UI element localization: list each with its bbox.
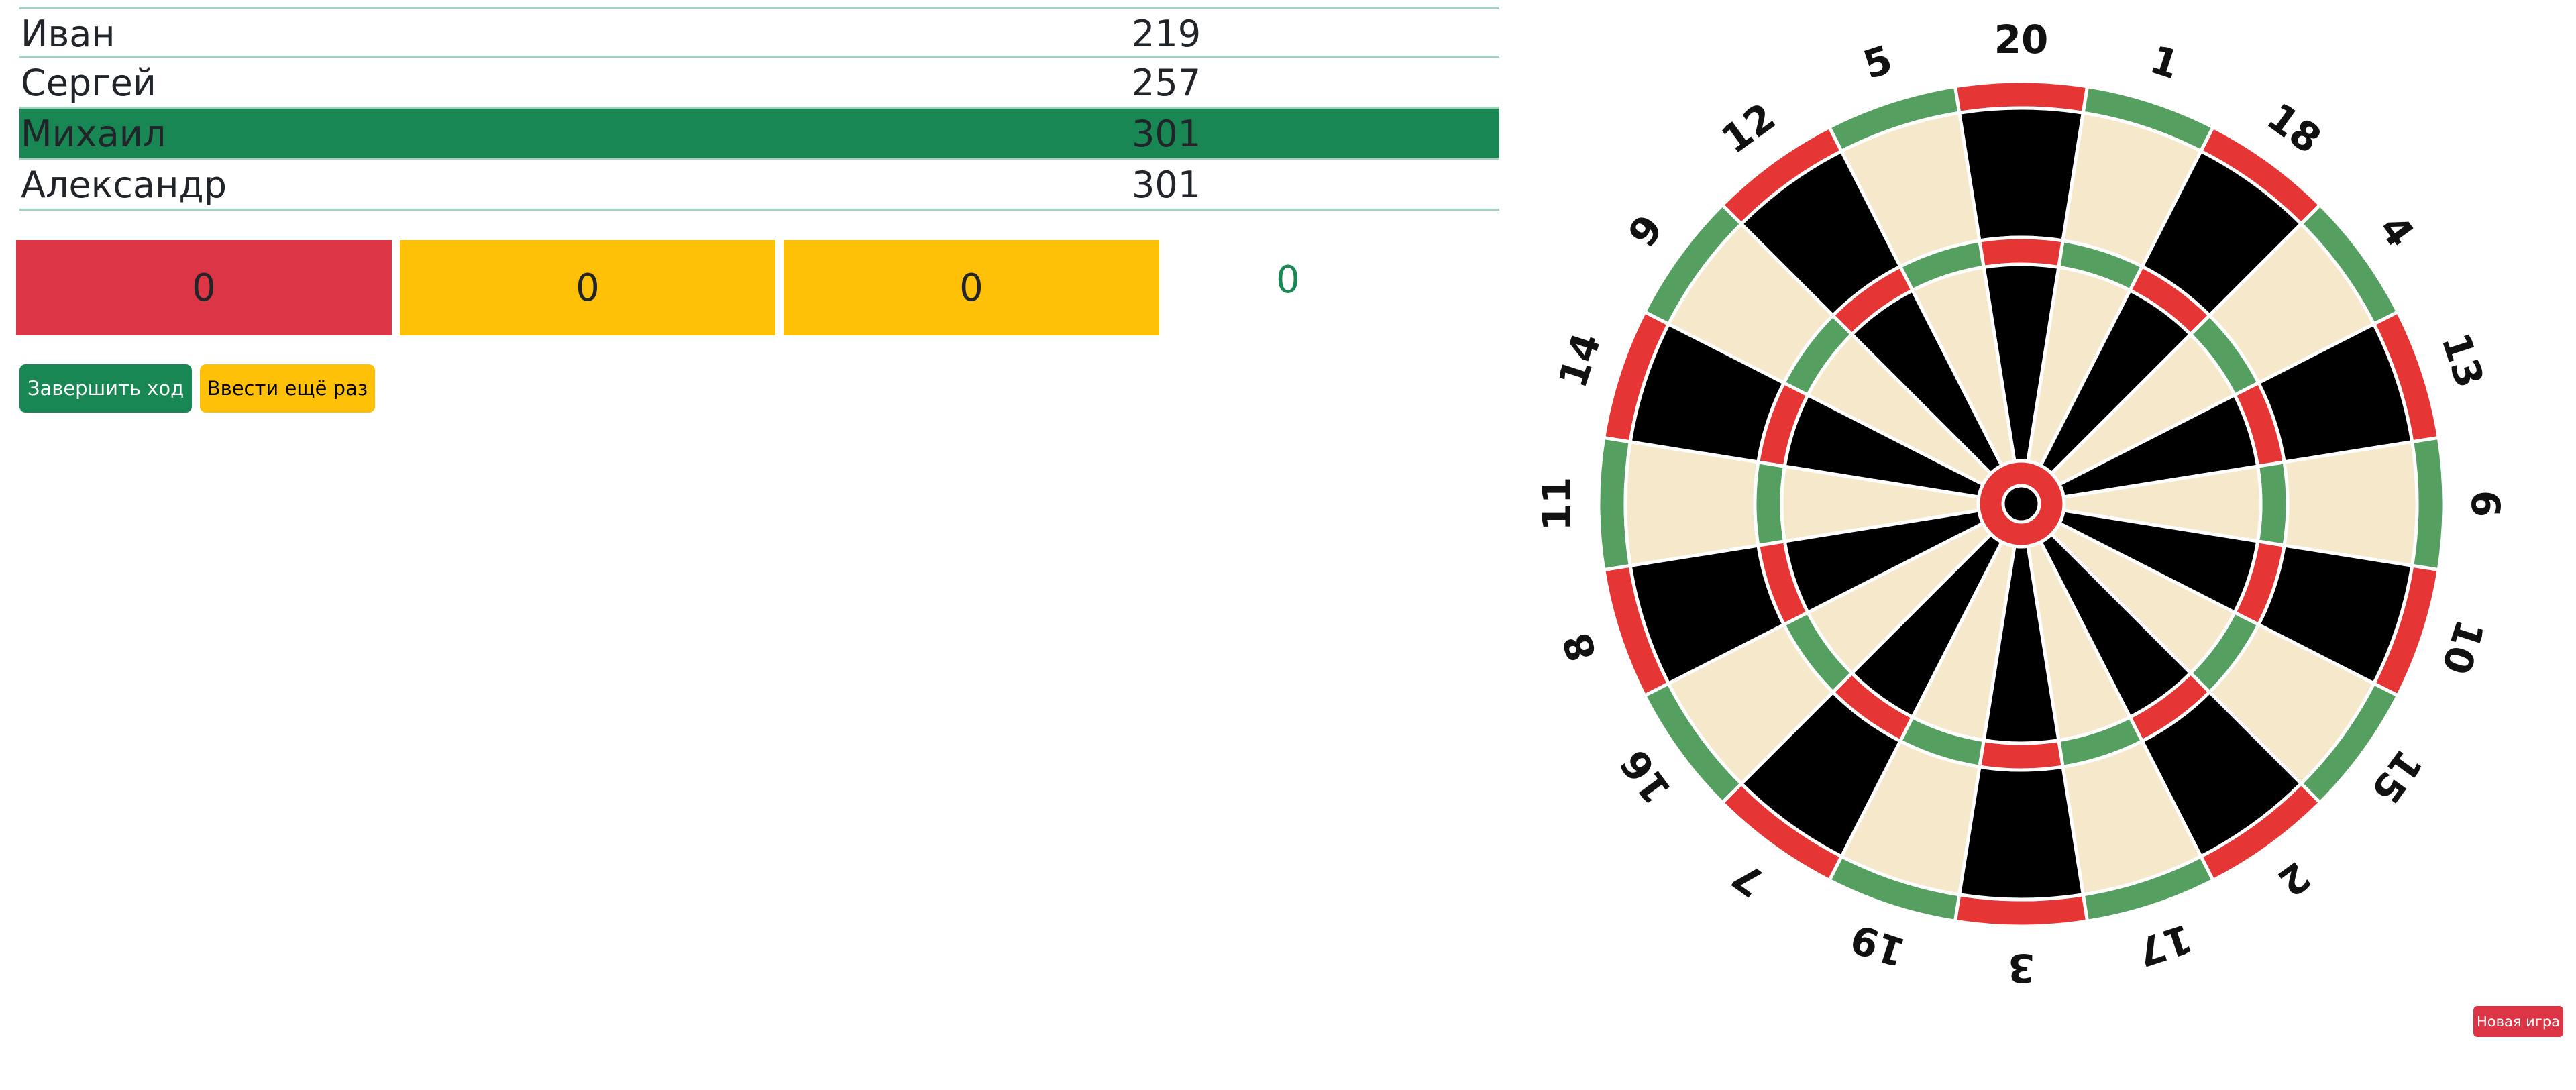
board-number: 13 xyxy=(2432,327,2493,393)
board-number: 6 xyxy=(2463,490,2508,517)
dartboard-svg[interactable]: 20 1 18 4 13 6 1015 2 17 3 19 7 16 8 11 14 9 12 5 xyxy=(1523,0,2556,1006)
throw-3-box[interactable]: 0 xyxy=(784,240,1159,335)
board-number: 1 xyxy=(2145,36,2184,88)
player-score: 257 xyxy=(1132,62,1201,104)
board-number: 8 xyxy=(1554,627,1605,667)
reenter-button[interactable]: Ввести ещё раз xyxy=(200,364,375,413)
new-game-button[interactable]: Новая игра xyxy=(2473,1006,2563,1037)
board-number: 18 xyxy=(2259,94,2329,162)
player-score: 301 xyxy=(1132,113,1201,155)
player-row-active: Михаил 301 xyxy=(19,109,1499,160)
board-number: 12 xyxy=(1713,94,1784,162)
board-number: 14 xyxy=(1550,327,1610,393)
board-number: 9 xyxy=(1619,207,1672,256)
board-number: 15 xyxy=(2363,741,2431,812)
throw-1-box[interactable]: 0 xyxy=(16,240,392,335)
player-name: Александр xyxy=(21,164,227,206)
board-number: 2 xyxy=(2269,853,2318,906)
throw-total: 0 xyxy=(1276,258,1300,302)
player-score: 219 xyxy=(1132,13,1201,55)
board-number: 19 xyxy=(1845,915,1911,975)
bullseye[interactable] xyxy=(2001,484,2041,524)
board-number: 4 xyxy=(2370,207,2423,256)
player-row: Александр 301 xyxy=(19,160,1499,211)
board-number: 11 xyxy=(1534,477,1580,531)
player-name: Михаил xyxy=(21,113,166,155)
board-number: 5 xyxy=(1858,36,1897,88)
left-panel: Иван 219 Сергей 257 Михаил 301 Александр… xyxy=(0,0,1516,1090)
end-turn-button[interactable]: Завершить ход xyxy=(19,364,192,413)
player-name: Иван xyxy=(21,13,115,55)
player-score: 301 xyxy=(1132,164,1201,206)
dartboard[interactable]: 20 1 18 4 13 6 10 15 2 17 3 19 7 16 8 11 14 9 12 5 xyxy=(1523,0,2556,1006)
player-row: Иван 219 xyxy=(19,7,1499,58)
board-number: 20 xyxy=(1994,17,2049,62)
board-number: 3 xyxy=(2008,945,2035,991)
player-name: Сергей xyxy=(21,62,156,104)
players-table: Иван 219 Сергей 257 Михаил 301 Александр… xyxy=(19,7,1499,211)
throw-2-box[interactable]: 0 xyxy=(400,240,775,335)
player-row: Сергей 257 xyxy=(19,58,1499,109)
board-number: 17 xyxy=(2132,915,2198,975)
board-number: 10 xyxy=(2432,614,2493,680)
board-number: 7 xyxy=(1724,853,1773,906)
board-number: 16 xyxy=(1611,741,1680,812)
